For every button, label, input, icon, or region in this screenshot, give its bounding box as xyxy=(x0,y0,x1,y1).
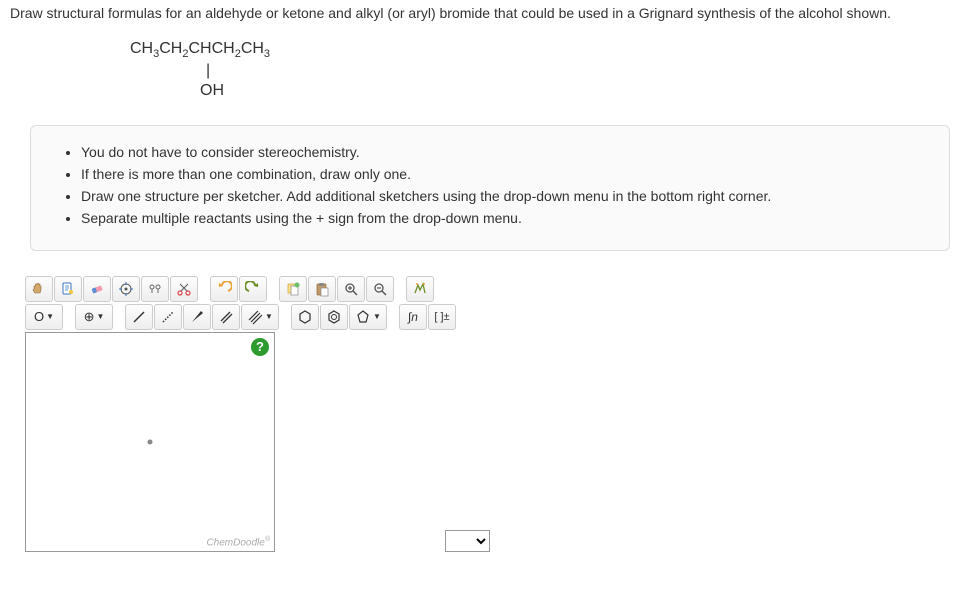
toolbar-row-1 xyxy=(25,276,970,302)
eraser-tool-button[interactable] xyxy=(83,276,111,302)
single-bond-button[interactable] xyxy=(125,304,153,330)
canvas-placeholder-dot xyxy=(148,439,153,444)
paste-button[interactable] xyxy=(308,276,336,302)
clean-tool-button[interactable] xyxy=(141,276,169,302)
chain-tool-button[interactable]: ∫n xyxy=(399,304,427,330)
zoom-in-button[interactable] xyxy=(337,276,365,302)
instruction-item: Draw one structure per sketcher. Add add… xyxy=(81,188,924,204)
brackets-tool-button[interactable]: [ ]± xyxy=(428,304,456,330)
ring-picker-button[interactable]: ▼ xyxy=(349,304,387,330)
center-tool-button[interactable] xyxy=(112,276,140,302)
instruction-item: If there is more than one combination, d… xyxy=(81,166,924,182)
wedge-bond-button[interactable] xyxy=(183,304,211,330)
recessed-bond-button[interactable] xyxy=(154,304,182,330)
chemdoodle-branding: ChemDoodle® xyxy=(206,536,270,548)
element-picker-button[interactable]: O▼ xyxy=(25,304,63,330)
question-prompt: Draw structural formulas for an aldehyde… xyxy=(10,5,970,21)
toolbar-row-2: O▼ ⊕▼ ▼ xyxy=(25,304,970,330)
cut-tool-button[interactable] xyxy=(170,276,198,302)
triple-bond-button[interactable]: ▼ xyxy=(241,304,279,330)
copy-button[interactable] xyxy=(279,276,307,302)
target-molecule-formula: CH3CH2CHCH2CH3 | OH xyxy=(130,39,970,100)
lasso-tool-button[interactable] xyxy=(54,276,82,302)
help-button[interactable]: ? xyxy=(251,338,269,356)
chemdoodle-sketcher: O▼ ⊕▼ ▼ xyxy=(25,276,970,552)
instructions-box: You do not have to consider stereochemis… xyxy=(30,125,950,251)
cyclohexane-ring-button[interactable] xyxy=(320,304,348,330)
flip-button[interactable] xyxy=(406,276,434,302)
instruction-item: Separate multiple reactants using the + … xyxy=(81,210,924,226)
double-bond-button[interactable] xyxy=(212,304,240,330)
zoom-out-button[interactable] xyxy=(366,276,394,302)
benzene-ring-button[interactable] xyxy=(291,304,319,330)
add-sketcher-dropdown[interactable] xyxy=(445,530,490,552)
hand-tool-button[interactable] xyxy=(25,276,53,302)
instruction-item: You do not have to consider stereochemis… xyxy=(81,144,924,160)
sketcher-canvas[interactable]: ? ChemDoodle® xyxy=(25,332,275,552)
charge-button[interactable]: ⊕▼ xyxy=(75,304,113,330)
undo-button[interactable] xyxy=(210,276,238,302)
redo-button[interactable] xyxy=(239,276,267,302)
